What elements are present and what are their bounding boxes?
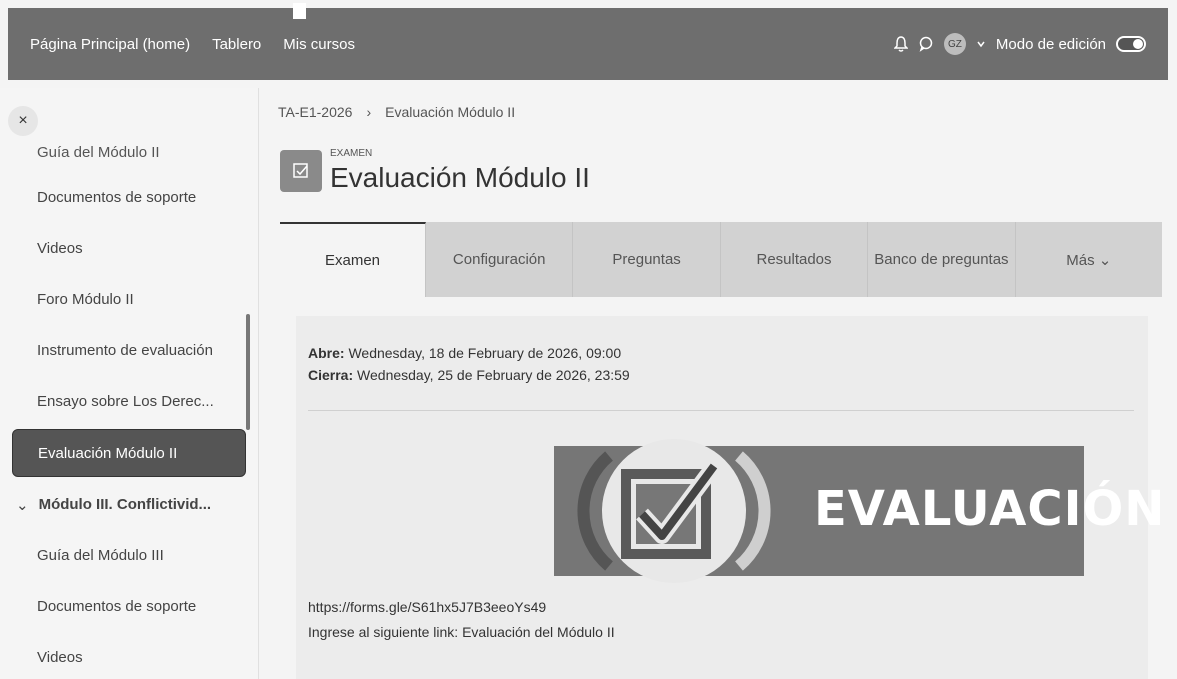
top-navbar: Página Principal (home) Tablero Mis curs… (8, 8, 1168, 80)
tab-questions[interactable]: Preguntas (573, 222, 721, 297)
secondary-navigation-tabs: Examen Configuración Preguntas Resultado… (280, 222, 1162, 297)
tab-question-bank[interactable]: Banco de preguntas (868, 222, 1016, 297)
close-date-label: Cierra: (308, 367, 354, 383)
checkbox-check-icon (577, 439, 771, 583)
activity-type-label: EXAMEN (330, 148, 373, 159)
page-title: Evaluación Módulo II (330, 162, 590, 193)
breadcrumb: TA-E1-2026 › Evaluación Módulo II (278, 104, 515, 120)
tab-quiz[interactable]: Examen (280, 222, 426, 297)
section-label: Módulo III. Conflictivid... (38, 496, 212, 513)
chevron-down-icon[interactable] (976, 39, 986, 49)
open-date: Abre: Wednesday, 18 de February de 2026,… (308, 342, 630, 364)
close-date: Cierra: Wednesday, 25 de February de 202… (308, 364, 630, 386)
edit-mode-label: Modo de edición (995, 35, 1106, 53)
quiz-icon (280, 150, 322, 192)
sidebar-item-support-docs[interactable]: Documentos de soporte (0, 172, 258, 223)
sidebar-item-evaluation-module-2[interactable]: Evaluación Módulo II (12, 429, 246, 477)
activity-dates: Abre: Wednesday, 18 de February de 2026,… (308, 342, 630, 386)
link-instruction: Ingrese al siguiente link: Evaluación de… (308, 624, 615, 640)
breadcrumb-course[interactable]: TA-E1-2026 (278, 104, 352, 120)
sidebar-item-guide-module-2[interactable]: Guía del Módulo II (0, 144, 258, 172)
tab-settings[interactable]: Configuración (426, 222, 574, 297)
toggle-knob (1133, 39, 1143, 49)
close-sidebar-button[interactable]: × (8, 106, 38, 136)
tab-more[interactable]: Más ⌄ (1016, 222, 1162, 297)
navbar-right-group: GZ Modo de edición (893, 33, 1146, 55)
sidebar-item-videos[interactable]: Videos (0, 223, 258, 274)
content-divider (308, 410, 1134, 411)
course-index-list: Guía del Módulo II Documentos de soporte… (0, 144, 258, 679)
sidebar-item-support-docs-3[interactable]: Documentos de soporte (0, 581, 258, 632)
sidebar-item-videos-3[interactable]: Videos (0, 632, 258, 679)
open-date-label: Abre: (308, 345, 345, 361)
chat-icon[interactable] (918, 36, 934, 52)
open-date-value: Wednesday, 18 de February de 2026, 09:00 (344, 345, 622, 361)
edit-mode-toggle[interactable] (1116, 36, 1146, 52)
main-content: TA-E1-2026 › Evaluación Módulo II EXAMEN… (258, 88, 1177, 679)
sidebar-item-essay[interactable]: Ensayo sobre Los Derec... (0, 376, 258, 427)
close-date-value: Wednesday, 25 de February de 2026, 23:59 (353, 367, 630, 383)
course-index-sidebar: × Guía del Módulo II Documentos de sopor… (0, 88, 259, 679)
breadcrumb-separator: › (366, 104, 372, 120)
evaluation-banner-image: EVALUACIÓN (554, 436, 1164, 586)
sidebar-scrollbar[interactable] (246, 314, 250, 430)
nav-link-dashboard[interactable]: Tablero (212, 36, 261, 53)
sidebar-section-module-3[interactable]: ⌄ Módulo III. Conflictivid... (0, 479, 258, 530)
banner-text: EVALUACIÓN (814, 481, 1166, 537)
avatar[interactable]: GZ (943, 33, 966, 55)
tab-results[interactable]: Resultados (721, 222, 869, 297)
sidebar-item-guide-module-3[interactable]: Guía del Módulo III (0, 530, 258, 581)
tab-marker-icon (293, 3, 306, 19)
sidebar-item-evaluation-instrument[interactable]: Instrumento de evaluación (0, 325, 258, 376)
nav-link-home[interactable]: Página Principal (home) (30, 36, 190, 53)
sidebar-item-forum-module-2[interactable]: Foro Módulo II (0, 274, 258, 325)
chevron-down-icon[interactable]: ⌄ (16, 496, 29, 514)
form-link[interactable]: https://forms.gle/S61hx5J7B3eeoYs49 (308, 599, 546, 615)
activity-content: Abre: Wednesday, 18 de February de 2026,… (296, 316, 1164, 679)
nav-link-my-courses[interactable]: Mis cursos (283, 36, 355, 53)
bell-icon[interactable] (893, 36, 908, 52)
breadcrumb-current[interactable]: Evaluación Módulo II (385, 104, 515, 120)
